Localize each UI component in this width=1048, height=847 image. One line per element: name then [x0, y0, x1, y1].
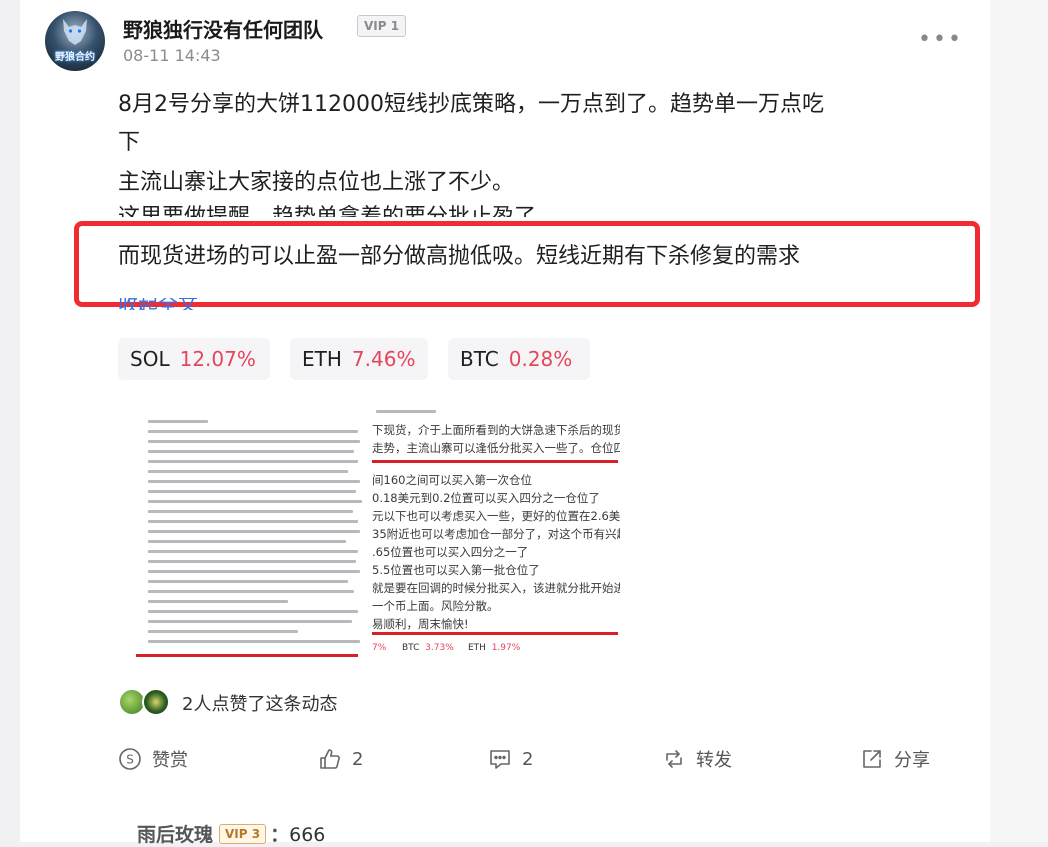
image-text-line: 下现货，介于上面所看到的大饼急速下杀后的现货买	[372, 423, 620, 437]
image-coin-eth: ETH 1.97%	[468, 643, 520, 653]
reward-button[interactable]: S 赞赏	[118, 745, 188, 773]
post-time: 08-11 14:43	[123, 46, 221, 65]
coin-symbol: SOL	[130, 347, 170, 371]
comment-preview[interactable]: 雨后玫瑰 VIP 3 ：666	[137, 820, 325, 847]
image-coin-value: 7%	[372, 643, 387, 653]
coin-symbol: BTC	[460, 347, 499, 371]
attached-image-2[interactable]: 下现货，介于上面所看到的大饼急速下杀后的现货买 走势，主流山寨可以逢低分批买入一…	[372, 398, 620, 660]
wolf-icon	[63, 19, 87, 45]
post-text-line-1: 8月2号分享的大饼112000短线抄底策略，一万点到了。趋势单一万点吃	[118, 92, 824, 117]
coin-symbol: ETH	[302, 347, 342, 371]
post-text-line-4: 这里要做提醒，趋势单拿着的要分批止盈了	[118, 203, 536, 217]
coin-icon: S	[119, 748, 141, 770]
image-text-line: 走势，主流山寨可以逢低分批买入一些了。仓位四分	[372, 441, 620, 455]
image-text-line: .65位置也可以买入四分之一了	[372, 545, 529, 559]
comment-separator: ：	[270, 824, 290, 846]
repost-icon	[666, 750, 682, 768]
post-text-line-4-text: 这里要做提醒，趋势单拿着的要分批止盈了	[118, 205, 536, 217]
coin-change: 0.28%	[508, 347, 573, 371]
share-label: 分享	[894, 750, 930, 771]
image-text-line: 元以下也可以考虑买入一些，更好的位置在2.6美元	[372, 509, 620, 523]
likes-summary[interactable]: 2人点赞了这条动态	[182, 690, 337, 716]
image-coin-btc: BTC 3.73%	[402, 643, 454, 653]
side-background	[990, 0, 1048, 842]
comment-text: 666	[289, 824, 326, 846]
collapse-text-link[interactable]: 收起全文	[118, 298, 198, 310]
post-text-line-3: 主流山寨让大家接的点位也上涨了不少。	[118, 170, 515, 195]
image-coin-change: 7%	[372, 643, 386, 653]
coin-tag-eth[interactable]: ETH 7.46%	[290, 338, 428, 380]
image-text-line: 0.18美元到0.2位置可以买入四分之一仓位了	[372, 491, 600, 505]
share-button[interactable]: 分享	[860, 745, 930, 773]
image-text-line: 5.5位置也可以买入第一批仓位了	[372, 563, 540, 577]
image-text-line: 一个币上面。风险分散。	[372, 599, 499, 613]
comment-vip-badge: VIP 3	[219, 824, 267, 844]
thumbs-up-icon	[320, 749, 340, 769]
liker-avatar[interactable]	[142, 688, 170, 716]
comment-count: 2	[522, 748, 534, 770]
repost-label: 转发	[696, 750, 732, 771]
image-text-line: 易顺利，周末愉快!	[372, 617, 469, 631]
coin-change: 7.46%	[351, 347, 416, 371]
repost-button[interactable]: 转发	[662, 745, 732, 773]
image-text-line: 间160之间可以买入第一次仓位	[372, 473, 532, 487]
like-count: 2	[352, 748, 364, 770]
reward-label: 赞赏	[152, 750, 188, 771]
coin-change: 12.07%	[179, 347, 256, 371]
author-name[interactable]: 野狼独行没有任何团队	[123, 14, 323, 43]
attached-image-1[interactable]	[118, 398, 366, 660]
image-coin-label: BTC	[402, 643, 420, 653]
comment-icon	[490, 750, 510, 769]
highlighted-post-text: 而现货进场的可以止盈一部分做高抛低吸。短线近期有下杀修复的需求	[118, 244, 801, 269]
author-avatar[interactable]: 野狼合约	[45, 11, 105, 71]
coin-tag-btc[interactable]: BTC 0.28%	[448, 338, 590, 380]
image-coin-label: ETH	[468, 643, 486, 653]
share-icon	[863, 750, 881, 768]
image-text-line: 就是要在回调的时候分批买入，该进就分批开始进。	[372, 581, 620, 595]
vip-badge: VIP 1	[357, 15, 407, 37]
svg-text:S: S	[126, 753, 134, 767]
image-coin-value: 3.73%	[425, 643, 454, 653]
image-coin-value: 1.97%	[491, 643, 521, 653]
more-options-icon[interactable]: •••	[918, 29, 961, 51]
collapse-text-label: 收起全文	[118, 298, 198, 310]
post-text-line-2: 下	[118, 130, 141, 155]
coin-tag-sol[interactable]: SOL 12.07%	[118, 338, 270, 380]
image-text-line: 35附近也可以考虑加仓一部分了，对这个币有兴趣的	[372, 527, 620, 541]
comment-button[interactable]: 2	[488, 745, 533, 773]
comment-user[interactable]: 雨后玫瑰	[137, 824, 213, 846]
like-button[interactable]: 2	[318, 745, 363, 773]
avatar-badge-text: 野狼合约	[55, 52, 95, 63]
